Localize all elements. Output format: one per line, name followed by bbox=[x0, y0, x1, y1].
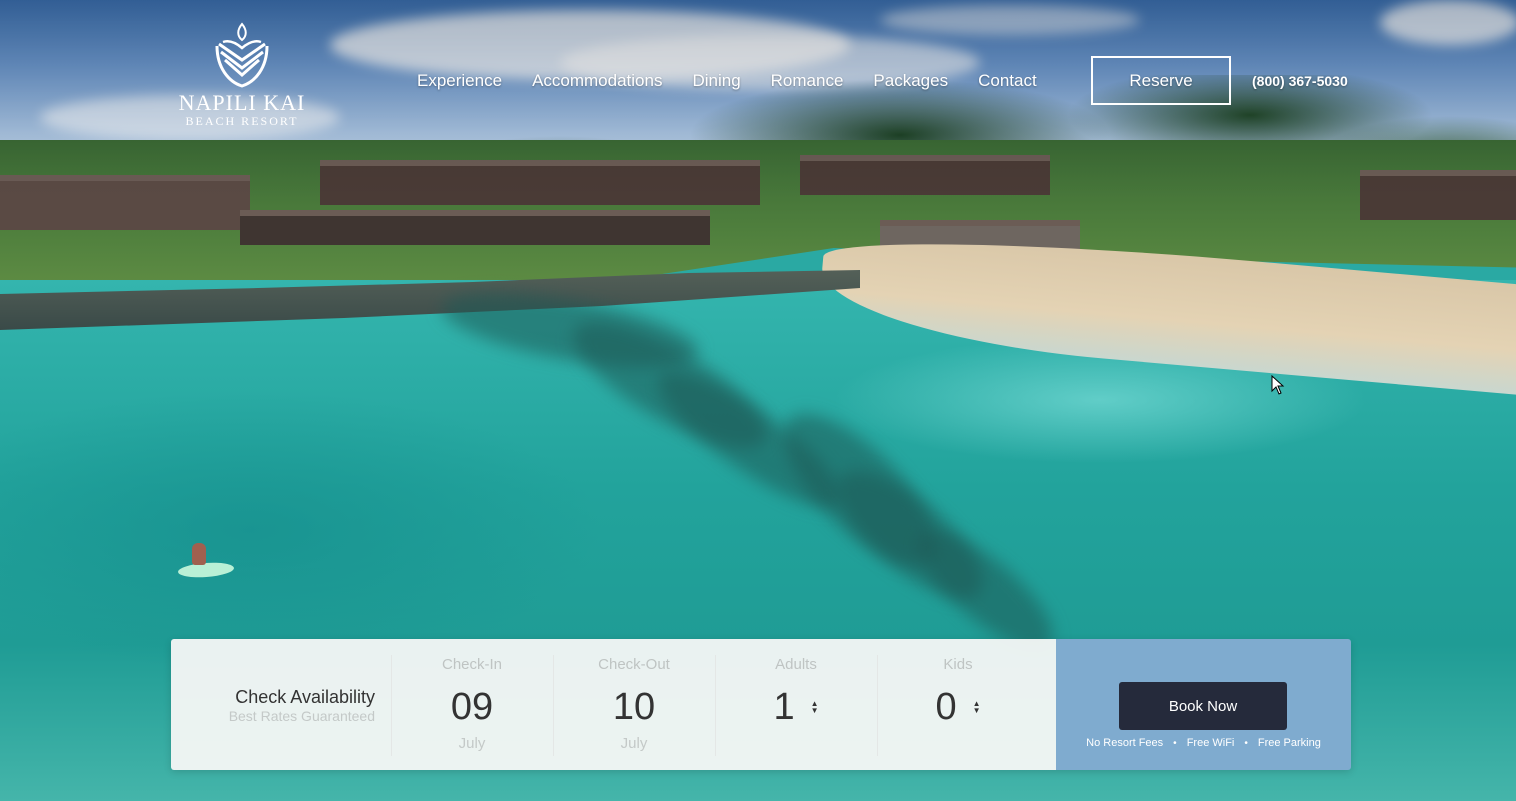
nav-item-accommodations[interactable]: Accommodations bbox=[517, 70, 677, 92]
spin-down-icon[interactable]: ▼ bbox=[811, 707, 819, 715]
perk-free-parking: Free Parking bbox=[1257, 737, 1321, 749]
adults-stepper: Adults 1 ▲ ▼ bbox=[715, 639, 877, 770]
reserve-button[interactable]: Reserve bbox=[1091, 56, 1231, 105]
adults-value-row: 1 ▲ ▼ bbox=[715, 685, 877, 729]
kids-stepper: Kids 0 ▲ ▼ bbox=[877, 639, 1039, 770]
checkout-date-picker[interactable]: Check-Out 10 July bbox=[553, 639, 715, 770]
kids-count[interactable]: 0 bbox=[935, 685, 956, 729]
checkin-day: 09 bbox=[450, 686, 494, 728]
brand-name: NAPILI KAI bbox=[178, 90, 306, 115]
booking-cta-panel: Book Now No Resort Fees • Free WiFi • Fr… bbox=[1056, 639, 1351, 770]
mouse-pointer-icon bbox=[1271, 375, 1285, 395]
kids-stepper-control: 0 ▲ ▼ bbox=[935, 685, 980, 729]
checkout-label: Check-Out bbox=[598, 656, 670, 673]
site-logo[interactable]: NAPILI KAI BEACH RESORT bbox=[172, 22, 312, 128]
adults-count[interactable]: 1 bbox=[773, 685, 794, 729]
nav-item-romance[interactable]: Romance bbox=[756, 70, 859, 92]
lotus-leaf-logo-icon bbox=[215, 22, 269, 88]
up-down-arrows-icon[interactable]: ▲ ▼ bbox=[811, 700, 819, 715]
booking-bar: Check Availability Best Rates Guaranteed… bbox=[171, 639, 1351, 770]
checkin-date-picker[interactable]: Check-In 09 July bbox=[391, 639, 553, 770]
availability-form: Check Availability Best Rates Guaranteed… bbox=[171, 639, 1056, 770]
nav-item-dining[interactable]: Dining bbox=[677, 70, 755, 92]
check-availability-title: Check Availability bbox=[235, 686, 375, 707]
nav-item-packages[interactable]: Packages bbox=[858, 70, 963, 92]
nav-item-contact[interactable]: Contact bbox=[963, 70, 1052, 92]
perks-list: No Resort Fees • Free WiFi • Free Parkin… bbox=[1056, 737, 1351, 749]
perk-free-wifi: Free WiFi bbox=[1186, 737, 1235, 749]
spin-down-icon[interactable]: ▼ bbox=[973, 707, 981, 715]
perk-no-resort-fees: No Resort Fees bbox=[1086, 737, 1164, 749]
brand-tagline: BEACH RESORT bbox=[185, 114, 299, 128]
check-availability-heading: Check Availability Best Rates Guaranteed bbox=[171, 639, 391, 770]
checkout-month: July bbox=[620, 735, 648, 752]
adults-label: Adults bbox=[775, 656, 817, 673]
checkin-label: Check-In bbox=[441, 656, 503, 673]
checkout-day: 10 bbox=[612, 686, 656, 728]
kids-value-row: 0 ▲ ▼ bbox=[877, 685, 1039, 729]
adults-stepper-control: 1 ▲ ▼ bbox=[773, 685, 818, 729]
nav-item-experience[interactable]: Experience bbox=[402, 70, 517, 92]
up-down-arrows-icon[interactable]: ▲ ▼ bbox=[973, 700, 981, 715]
best-rates-subtitle: Best Rates Guaranteed bbox=[228, 707, 375, 724]
bullet-icon: • bbox=[1244, 737, 1248, 749]
book-now-button[interactable]: Book Now bbox=[1119, 682, 1287, 730]
bullet-icon: • bbox=[1173, 737, 1177, 749]
main-nav: Experience Accommodations Dining Romance… bbox=[402, 70, 1052, 92]
checkin-month: July bbox=[458, 735, 486, 752]
phone-link[interactable]: (800) 367-5030 bbox=[1252, 73, 1348, 89]
kids-label: Kids bbox=[943, 656, 973, 673]
